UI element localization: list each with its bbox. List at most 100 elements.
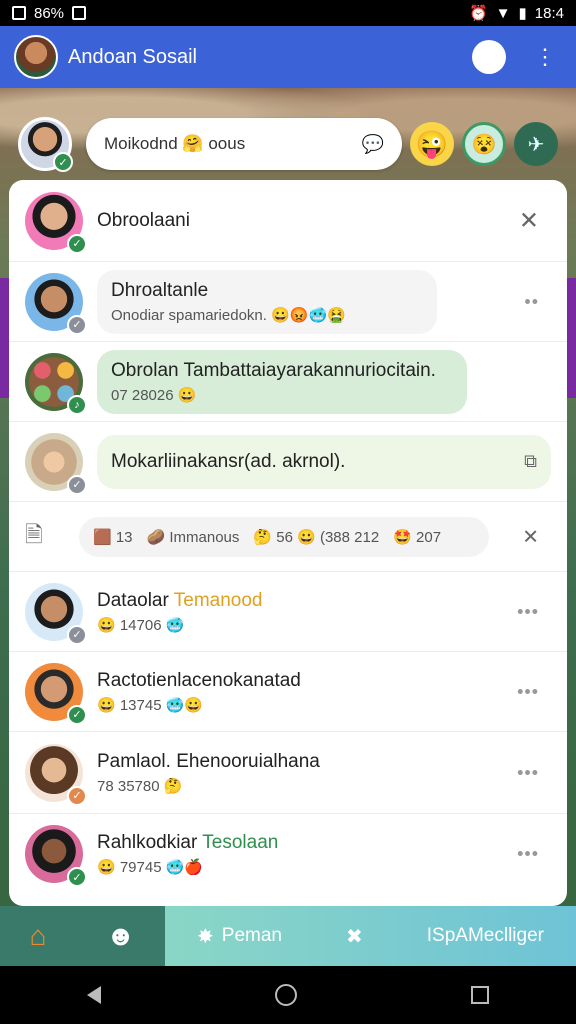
puzzle-icon: ✖ bbox=[345, 925, 363, 948]
sparkle-icon: ✸ bbox=[197, 925, 214, 948]
contacts-icon[interactable]: ☻ bbox=[106, 920, 135, 952]
status-icon: ✓ bbox=[67, 785, 87, 806]
contact-sub: 78 35780 🤔 bbox=[97, 777, 183, 795]
edit-icon[interactable]: ⧉ bbox=[524, 451, 537, 472]
status-icon: ✓ bbox=[67, 624, 87, 645]
stats-row: 🗎 🟫 13 🥔 Immanous 🤔 56 😀 (388 212 🤩 207 … bbox=[9, 502, 567, 572]
chat-header-row[interactable]: ✓ Obroolaani ✕ bbox=[9, 180, 567, 262]
avatar: ✓ bbox=[25, 582, 87, 645]
more-vert-icon[interactable]: ⋮ bbox=[528, 40, 562, 74]
nav-item-special[interactable]: ISpAMeclliger bbox=[427, 925, 544, 947]
profile-avatar[interactable] bbox=[14, 35, 58, 79]
contact-info: Pamlaol. Ehenooruialhana 78 35780 🤔 bbox=[97, 751, 320, 795]
nav-rest-group: ✸ Peman ✖ ISpAMeclliger bbox=[165, 906, 576, 966]
more-icon[interactable]: ••• bbox=[517, 681, 539, 702]
contact-row[interactable]: ✓ Ractotienlacenokanatad 😀 13745 🥶😀 ••• bbox=[9, 652, 567, 732]
notification-icon bbox=[72, 6, 87, 20]
my-avatar[interactable]: ✓ bbox=[18, 117, 73, 172]
message-title: Dhroaltanle bbox=[111, 279, 209, 301]
online-check-icon: ✓ bbox=[53, 152, 73, 172]
contact-sub: 😀 13745 🥶😀 bbox=[97, 696, 204, 714]
contact-info: Dataolar Temanood 😀 14706 🥶 bbox=[97, 590, 263, 634]
document-icon[interactable]: 🗎 bbox=[25, 518, 65, 556]
contact-sub: 😀 79745 🥶🍎 bbox=[97, 859, 204, 876]
contact-name: Pamlaol. Ehenooruialhana bbox=[97, 750, 320, 772]
message-bubble: Mokarliinakansr(ad. akrnol). ⧉ bbox=[97, 434, 551, 489]
status-icon: ✓ bbox=[67, 474, 87, 495]
contact-sub: 😀 14706 🥶 bbox=[97, 616, 185, 634]
stat-3: 🤔 56 😀 (388 212 bbox=[253, 528, 380, 546]
message-bubble: Dhroaltanle Onodiar spamariedokn. 😀😡🥶🤮 bbox=[97, 269, 437, 334]
send-icon[interactable]: ✈ bbox=[514, 122, 558, 166]
contact-name: Rahlkodkiar Tesolaan bbox=[97, 832, 279, 853]
chat-header-name: Obroolaani bbox=[97, 209, 190, 231]
message-text: Onodiar spamariedokn. 😀😡🥶🤮 bbox=[111, 306, 346, 324]
system-nav bbox=[0, 966, 576, 1024]
app-bar: Andoan Sosail ☺ ⋮ bbox=[0, 26, 576, 88]
recents-icon[interactable] bbox=[471, 986, 489, 1004]
more-icon[interactable]: •• bbox=[524, 291, 539, 312]
chat-bubble-icon[interactable]: 💬 bbox=[362, 134, 384, 155]
nav-label: ISpAMeclliger bbox=[426, 925, 544, 946]
group-avatar: ♪ bbox=[25, 352, 87, 415]
stats-bar: 🟫 13 🥔 Immanous 🤔 56 😀 (388 212 🤩 207 bbox=[79, 516, 489, 557]
check-icon: ✓ bbox=[67, 233, 87, 254]
contact-name: Ractotienlacenokanatad bbox=[97, 669, 301, 691]
avatar: ✓ bbox=[25, 272, 87, 335]
nav-item-peman[interactable]: ✸ Peman bbox=[197, 924, 282, 949]
wink-emoji-button[interactable]: 😜 bbox=[410, 122, 454, 166]
message-input-text: Moikodnd 🤗 oous bbox=[104, 134, 246, 153]
nav-label: Peman bbox=[221, 925, 282, 946]
clock: 18:4 bbox=[534, 4, 564, 22]
contact-name: Dataolar Temanood bbox=[97, 589, 263, 611]
message-text: 07 28026 😀 bbox=[111, 386, 197, 404]
close-icon[interactable]: ✕ bbox=[522, 524, 539, 549]
background-accent-right bbox=[566, 278, 576, 398]
compose-row: ✓ Moikodnd 🤗 oous 💬 😜 😵 ✈ bbox=[0, 108, 576, 180]
status-bar: 86% ⏰ ▼ ▮ 18:4 bbox=[0, 0, 576, 26]
battery-percent: 86% bbox=[34, 4, 65, 22]
message-title: Obrolan Tambattaiayarakannuriocitain. bbox=[111, 359, 436, 381]
more-icon[interactable]: ••• bbox=[517, 844, 539, 865]
contact-info: Ractotienlacenokanatad 😀 13745 🥶😀 bbox=[97, 670, 301, 714]
nav-item-puzzle[interactable]: ✖ bbox=[346, 924, 363, 949]
nav-home-group: ⌂ ☻ bbox=[0, 906, 165, 966]
dizzy-emoji-button[interactable]: 😵 bbox=[462, 122, 506, 166]
list-item[interactable]: ✓ Dhroaltanle Onodiar spamariedokn. 😀😡🥶🤮… bbox=[9, 262, 567, 342]
contact-info: Rahlkodkiar Tesolaan 😀 79745 🥶🍎 bbox=[97, 832, 278, 876]
status-icon: ♪ bbox=[67, 394, 87, 415]
alarm-icon: ⏰ bbox=[468, 5, 488, 22]
status-icon: ✓ bbox=[67, 314, 87, 335]
contact-row[interactable]: ✓ Dataolar Temanood 😀 14706 🥶 ••• bbox=[9, 572, 567, 652]
status-icon: ✓ bbox=[67, 704, 87, 725]
signal-icon: ▮ bbox=[518, 5, 527, 22]
face-icon[interactable]: ☺ bbox=[472, 40, 506, 74]
stat-1: 🟫 13 bbox=[93, 528, 133, 546]
contact-row[interactable]: ✓ Rahlkodkiar Tesolaan 😀 79745 🥶🍎 ••• bbox=[9, 814, 567, 894]
message-title: Mokarliinakansr(ad. akrnol). bbox=[111, 450, 346, 472]
home-icon[interactable]: ⌂ bbox=[30, 920, 47, 952]
avatar: ✓ bbox=[25, 432, 87, 495]
more-icon[interactable]: ••• bbox=[517, 601, 539, 622]
stat-2: 🥔 Immanous bbox=[146, 528, 240, 546]
message-input[interactable]: Moikodnd 🤗 oous 💬 bbox=[86, 118, 402, 170]
chat-card: ✓ Obroolaani ✕ ✓ Dhroaltanle Onodiar spa… bbox=[9, 180, 567, 906]
avatar: ✓ bbox=[25, 743, 87, 806]
bottom-nav: ⌂ ☻ ✸ Peman ✖ ISpAMeclliger bbox=[0, 906, 576, 966]
message-bubble: Obrolan Tambattaiayarakannuriocitain. 07… bbox=[97, 349, 467, 414]
avatar: ✓ bbox=[25, 662, 87, 725]
stat-4: 🤩 207 bbox=[393, 528, 442, 546]
contact-row[interactable]: ✓ Pamlaol. Ehenooruialhana 78 35780 🤔 ••… bbox=[9, 732, 567, 814]
avatar: ✓ bbox=[25, 191, 87, 254]
wifi-icon: ▼ bbox=[495, 4, 511, 22]
status-icon: ✓ bbox=[67, 867, 87, 887]
avatar: ✓ bbox=[25, 825, 87, 887]
close-icon[interactable]: ✕ bbox=[519, 206, 539, 235]
app-title: Andoan Sosail bbox=[68, 45, 197, 68]
back-icon[interactable] bbox=[87, 986, 101, 1004]
list-item[interactable]: ♪ Obrolan Tambattaiayarakannuriocitain. … bbox=[9, 342, 567, 422]
sim-icon bbox=[12, 6, 26, 20]
more-icon[interactable]: ••• bbox=[517, 762, 539, 783]
list-item[interactable]: ✓ Mokarliinakansr(ad. akrnol). ⧉ bbox=[9, 422, 567, 502]
home-circle-icon[interactable] bbox=[275, 984, 297, 1006]
